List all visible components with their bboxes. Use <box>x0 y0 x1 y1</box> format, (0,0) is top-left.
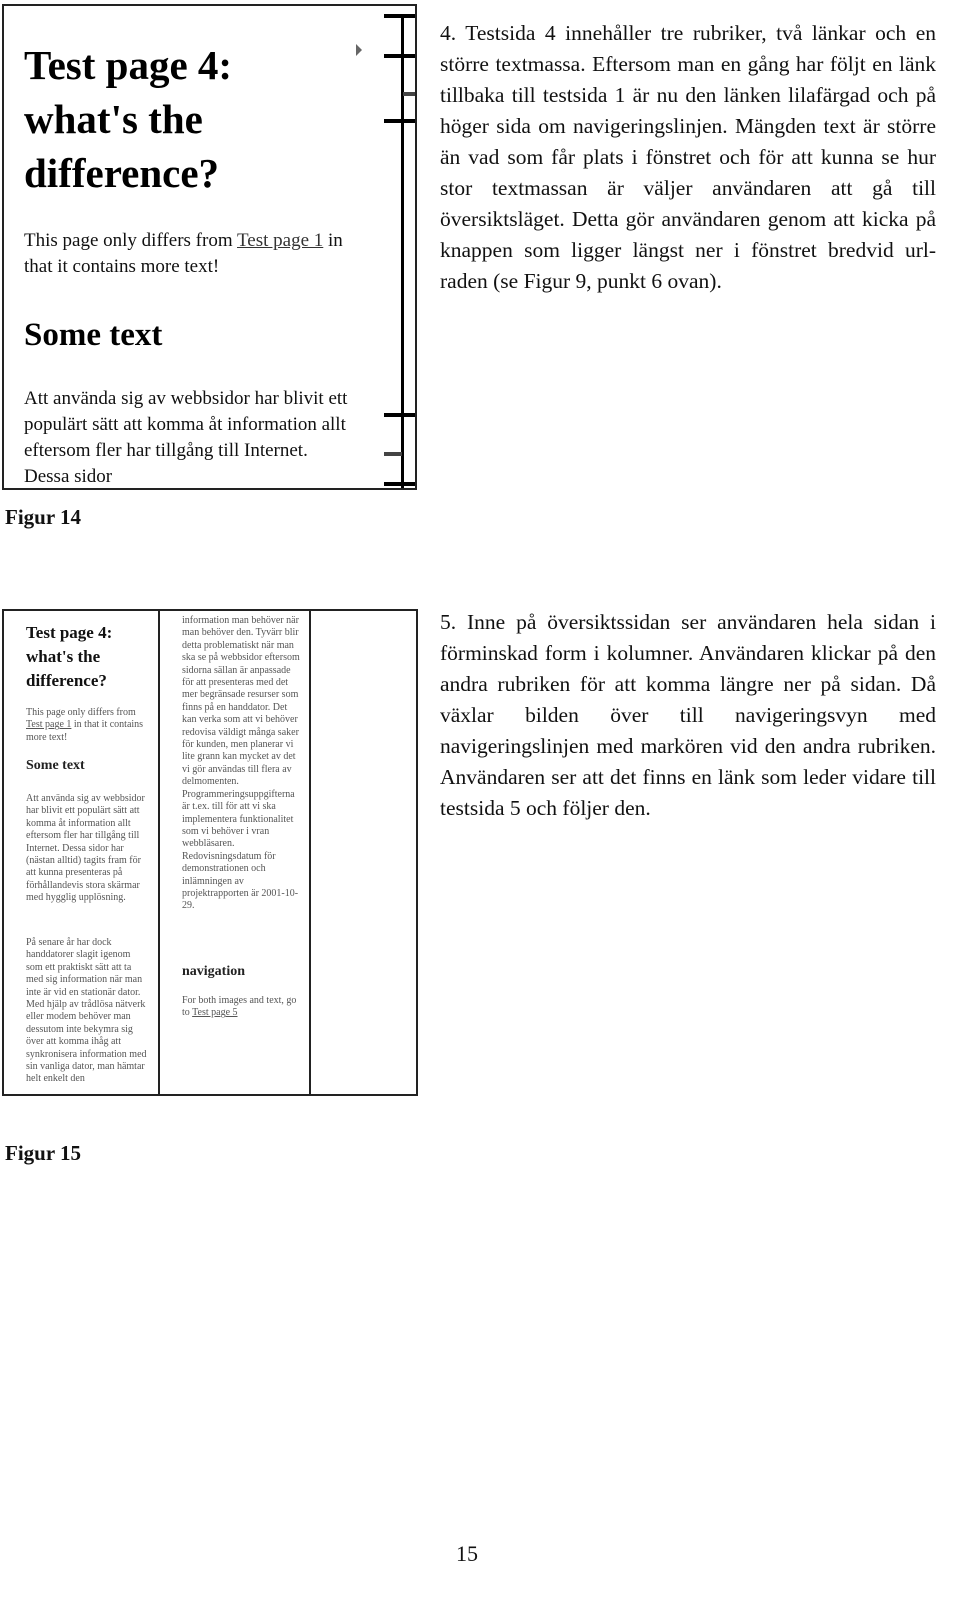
mini-heading-1[interactable]: Test page 4: what's the difference? <box>26 621 156 693</box>
nav-tick-heading-3[interactable] <box>384 413 415 417</box>
nav-tick-heading-2[interactable] <box>384 119 415 123</box>
mini-nav-text: For both images and text, go to Test pag… <box>182 995 300 1020</box>
intro-text-before: This page only differs from <box>24 230 238 251</box>
mini-heading-navigation[interactable]: navigation <box>182 963 245 981</box>
step-4-paragraph: 4. Testsida 4 innehåller tre rubriker, t… <box>440 21 936 293</box>
mini-test-page-1-link[interactable]: Test page 1 <box>26 719 71 730</box>
step-5-paragraph: 5. Inne på översiktssidan ser användaren… <box>440 610 936 820</box>
nav-tick-heading-1[interactable] <box>384 54 415 58</box>
nav-tick-link-visited[interactable] <box>403 92 415 96</box>
nav-cursor-triangle-icon <box>356 44 362 56</box>
figure-14-caption: Figur 14 <box>5 505 82 529</box>
intro-text: This page only differs from Test page 1 … <box>24 228 354 280</box>
mini-intro-before: This page only differs from <box>26 707 136 718</box>
page-heading-2: Some text <box>24 317 163 353</box>
mini-heading-2[interactable]: Some text <box>26 757 85 775</box>
overview-column-2: information man behöver när man behöver … <box>158 611 309 1094</box>
mini-paragraph-1: Att använda sig av webbsidor har blivit … <box>26 793 145 904</box>
body-text: Att använda sig av webbsidor har blivit … <box>24 388 348 487</box>
navigation-line[interactable] <box>356 6 415 488</box>
overview-column-1: Test page 4: what's the difference? This… <box>4 611 158 1094</box>
nav-tick-link[interactable] <box>384 452 402 456</box>
mini-test-page-5-link[interactable]: Test page 5 <box>192 1007 237 1018</box>
nav-tick-bottom[interactable] <box>384 482 415 486</box>
figure-15-overview-screenshot: Test page 4: what's the difference? This… <box>2 609 418 1096</box>
test-page-1-link[interactable]: Test page 1 <box>237 230 323 251</box>
figure-15-caption: Figur 15 <box>5 1141 82 1165</box>
overview-column-3-empty <box>309 611 416 1094</box>
figure-14-browser-screenshot: Test page 4: what's the difference? This… <box>2 4 417 490</box>
page-number: 15 <box>456 1541 478 1566</box>
mini-paragraph-2: På senare år har dock handdatorer slagit… <box>26 937 147 1085</box>
navigation-spine <box>401 16 404 488</box>
mini-intro: This page only differs from Test page 1 … <box>26 707 146 744</box>
nav-tick-top[interactable] <box>384 14 415 18</box>
page-heading-1: Test page 4: what's the difference? <box>24 42 233 196</box>
mini-paragraph-3: information man behöver när man behöver … <box>182 615 300 912</box>
